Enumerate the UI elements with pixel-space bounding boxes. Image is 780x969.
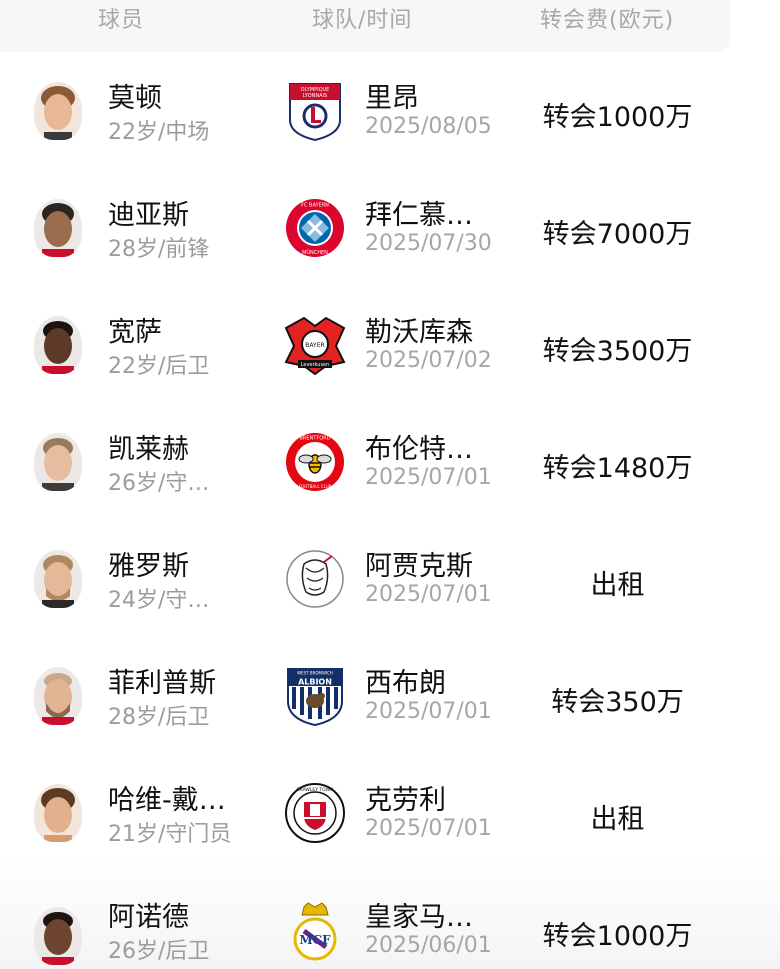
player-age-position: 26岁/守… (108, 471, 210, 496)
team-name: 勒沃库森 (365, 317, 473, 348)
player-avatar (34, 316, 82, 374)
lyon-logo-icon: OLYMPIQUE LYONNAIS (284, 80, 346, 142)
svg-text:MÜNCHEN: MÜNCHEN (302, 249, 328, 256)
player-name: 哈维-戴… (108, 785, 226, 816)
transfer-fee: 转会7000万 (542, 219, 693, 250)
header-player: 球员 (98, 8, 145, 33)
svg-text:LYONNAIS: LYONNAIS (303, 93, 327, 99)
player-age-position: 24岁/守… (108, 588, 210, 613)
transfer-date: 2025/07/30 (365, 231, 492, 256)
svg-text:MCF: MCF (299, 933, 331, 947)
transfer-date: 2025/06/01 (365, 933, 492, 958)
transfer-fee: 转会3500万 (542, 336, 693, 367)
transfer-fee: 转会1000万 (542, 102, 693, 133)
transfer-date: 2025/07/02 (365, 348, 492, 373)
transfer-date: 2025/07/01 (365, 816, 492, 841)
transfer-date: 2025/07/01 (365, 465, 492, 490)
bayern-logo-text: FC BAYERN (301, 203, 329, 209)
table-row[interactable]: 阿诺德 26岁/后卫 MCF 皇家马… 2025/06/01 转会1000万 (0, 871, 780, 969)
team-name: 布伦特… (365, 434, 473, 465)
player-name: 菲利普斯 (108, 668, 216, 699)
svg-text:Leverkusen: Leverkusen (301, 362, 330, 368)
crawley-logo-text: CRAWLEY TOWN (296, 787, 333, 793)
player-name: 迪亚斯 (108, 200, 189, 231)
team-name: 克劳利 (365, 785, 446, 816)
transfer-fee: 转会1480万 (542, 453, 693, 484)
table-row[interactable]: 哈维-戴… 21岁/守门员 CRAWLEY TOWN 克劳利 2025/07/0… (0, 754, 780, 871)
svg-text:ALBION: ALBION (298, 678, 332, 687)
table-header: 球员 球队/时间 转会费(欧元) (0, 0, 730, 52)
player-name: 雅罗斯 (108, 551, 189, 582)
transfer-list-page: 球员 球队/时间 转会费(欧元) 莫顿 22岁/中场 OLYMPIQUE LYO… (0, 0, 780, 969)
table-row[interactable]: 雅罗斯 24岁/守… 阿贾克斯 2025/07/01 出租 (0, 520, 780, 637)
player-avatar (34, 667, 82, 725)
team-name: 皇家马… (365, 902, 473, 933)
player-avatar (34, 550, 82, 608)
table-row[interactable]: 菲利普斯 28岁/后卫 WEST BROMWICH ALBION 西布朗 202… (0, 637, 780, 754)
west-brom-logo-text: WEST BROMWICH (297, 671, 333, 676)
player-avatar (34, 199, 82, 257)
header-transfer-fee: 转会费(欧元) (540, 8, 675, 33)
team-name: 拜仁慕… (365, 200, 473, 231)
player-age-position: 21岁/守门员 (108, 822, 232, 847)
team-name: 里昂 (365, 83, 419, 114)
leverkusen-logo-icon: BAYER Leverkusen (284, 314, 346, 376)
transfer-fee: 转会350万 (551, 687, 684, 718)
bayern-logo-icon: FC BAYERN MÜNCHEN (284, 197, 346, 259)
player-age-position: 28岁/后卫 (108, 705, 210, 730)
player-avatar (34, 82, 82, 140)
team-name: 西布朗 (365, 668, 446, 699)
west-brom-logo-icon: WEST BROMWICH ALBION (284, 665, 346, 727)
player-name: 莫顿 (108, 83, 162, 114)
table-row[interactable]: 凯莱赫 26岁/守… BRENTFORD FOOTBALL CLUB 布伦特… … (0, 403, 780, 520)
transfer-fee: 出租 (590, 804, 645, 835)
table-row[interactable]: 宽萨 22岁/后卫 BAYER Leverkusen 勒沃库森 2025/07/… (0, 286, 780, 403)
header-team-time: 球队/时间 (312, 8, 413, 33)
transfer-date: 2025/07/01 (365, 582, 492, 607)
transfer-date: 2025/07/01 (365, 699, 492, 724)
table-row[interactable]: 莫顿 22岁/中场 OLYMPIQUE LYONNAIS 里昂 2025/08/… (0, 52, 780, 169)
player-avatar (34, 784, 82, 842)
brentford-logo-icon: BRENTFORD FOOTBALL CLUB (284, 431, 346, 493)
player-name: 阿诺德 (108, 902, 189, 933)
player-age-position: 26岁/后卫 (108, 939, 210, 964)
svg-text:FOOTBALL CLUB: FOOTBALL CLUB (299, 484, 332, 489)
team-name: 阿贾克斯 (365, 551, 473, 582)
player-name: 凯莱赫 (108, 434, 189, 465)
player-avatar (34, 433, 82, 491)
real-madrid-logo-icon: MCF (284, 901, 346, 963)
player-name: 宽萨 (108, 317, 162, 348)
player-avatar (34, 907, 82, 965)
leverkusen-logo-text: BAYER (305, 342, 324, 349)
transfer-fee: 转会1000万 (542, 921, 693, 952)
player-age-position: 28岁/前锋 (108, 237, 210, 262)
player-age-position: 22岁/中场 (108, 120, 210, 145)
transfer-date: 2025/08/05 (365, 114, 492, 139)
transfer-fee: 出租 (590, 570, 645, 601)
table-row[interactable]: 迪亚斯 28岁/前锋 FC BAYERN MÜNCHEN 拜仁慕… 2025/0… (0, 169, 780, 286)
crawley-logo-icon: CRAWLEY TOWN (284, 782, 346, 844)
brentford-logo-text: BRENTFORD (300, 436, 331, 442)
player-age-position: 22岁/后卫 (108, 354, 210, 379)
ajax-logo-icon (284, 548, 346, 610)
